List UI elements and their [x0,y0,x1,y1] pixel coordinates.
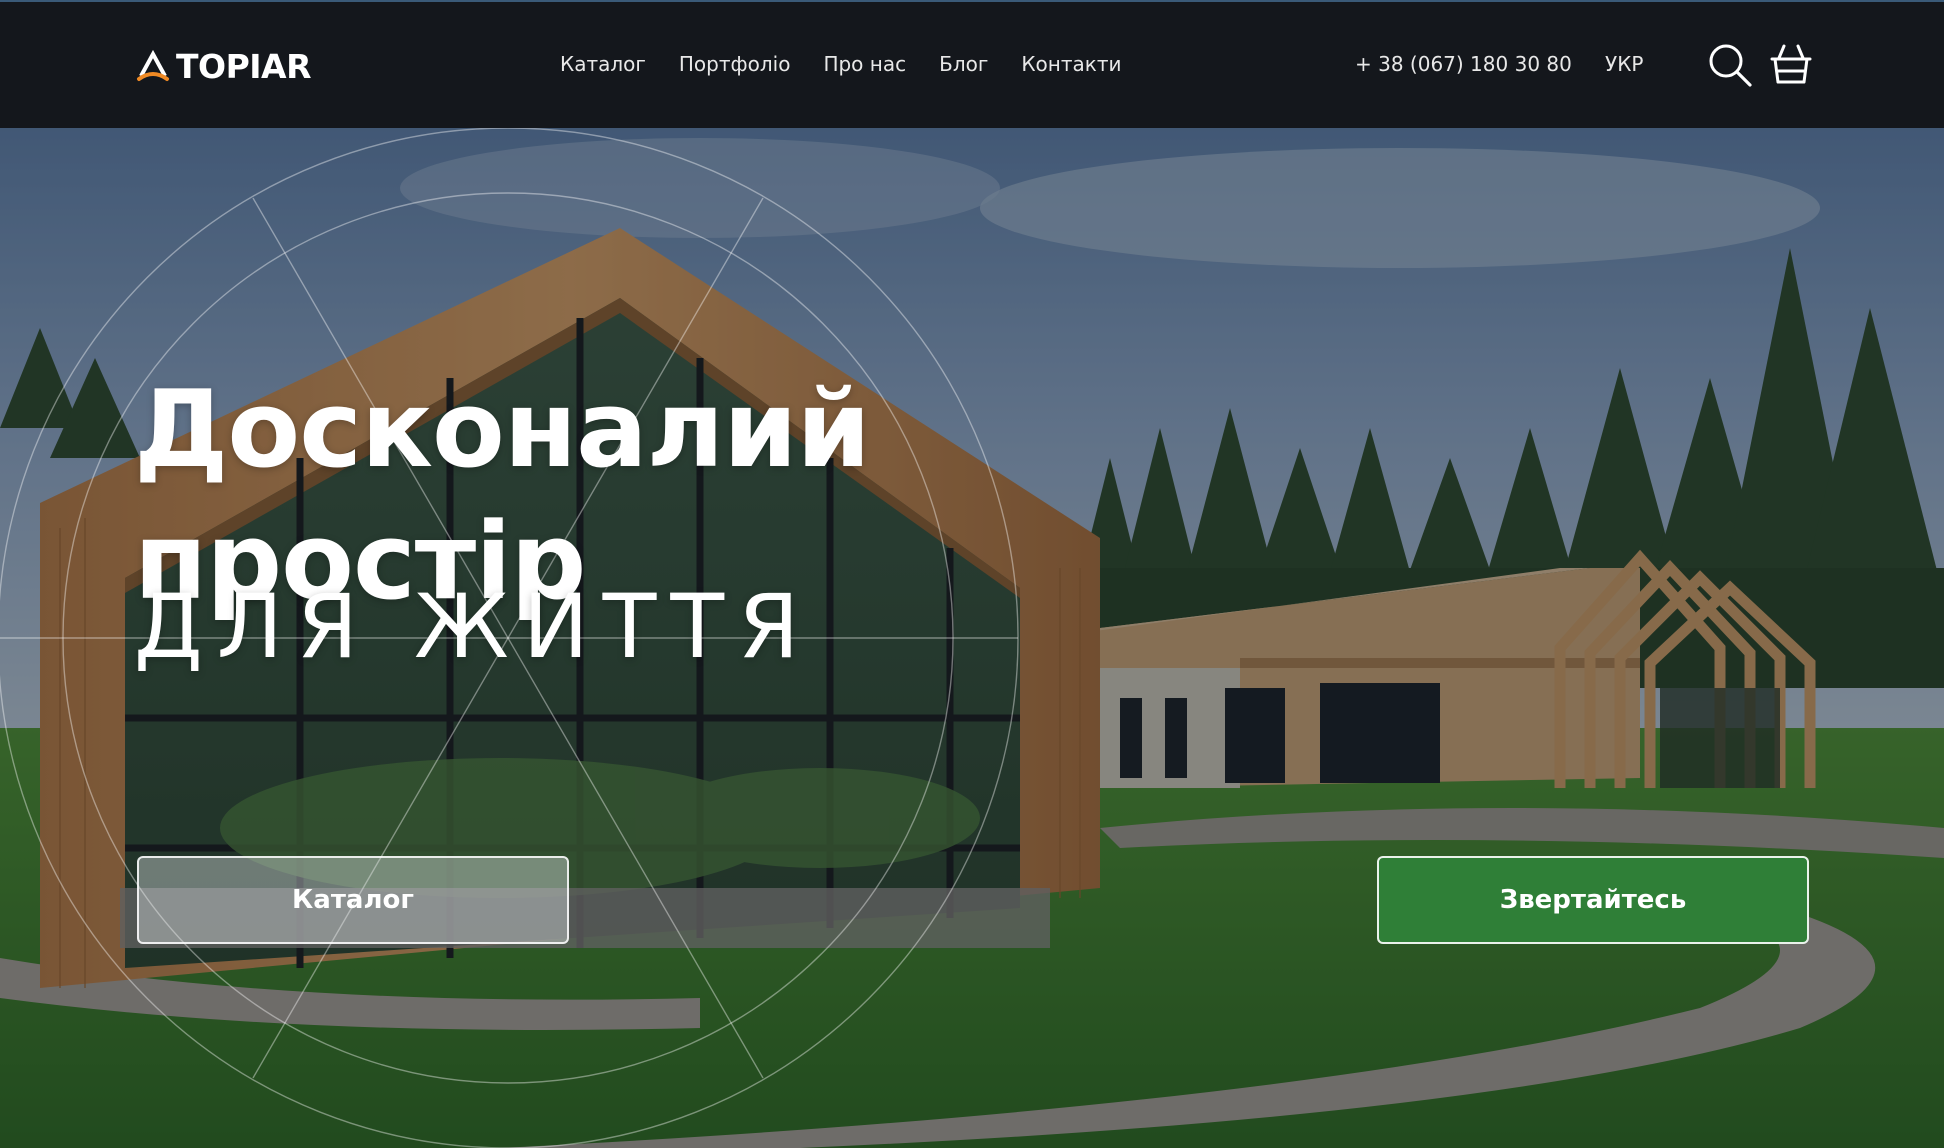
nav-item-catalog[interactable]: Каталог [560,52,646,76]
logo-text: TOPIAR [176,46,311,86]
phone-link[interactable]: + 38 (067) 180 30 80 [1355,52,1572,76]
search-icon [1709,44,1752,87]
language-switcher[interactable]: УКР [1605,52,1643,76]
nav-item-portfolio[interactable]: Портфоліо [679,52,791,76]
hero-title-line1: Досконалий [134,368,871,492]
nav-item-about[interactable]: Про нас [823,52,906,76]
contact-button[interactable]: Звертайтесь [1377,856,1809,944]
search-button[interactable] [1707,42,1753,88]
cart-button[interactable] [1768,42,1814,88]
hero-section: Досконалий простір ДЛЯ ЖИТТЯ Каталог Зве… [0,128,1944,1148]
main-nav: Каталог Портфоліо Про нас Блог Контакти [560,52,1122,76]
nav-item-blog[interactable]: Блог [939,52,988,76]
logo-mark-icon [137,49,169,81]
cart-icon [1770,44,1812,84]
logo[interactable]: TOPIAR [136,46,311,86]
nav-item-contacts[interactable]: Контакти [1021,52,1121,76]
catalog-button[interactable]: Каталог [137,856,569,944]
site-header: TOPIAR Каталог Портфоліо Про нас Блог Ко… [0,0,1944,128]
hero-subtitle: ДЛЯ ЖИТТЯ [134,575,814,678]
